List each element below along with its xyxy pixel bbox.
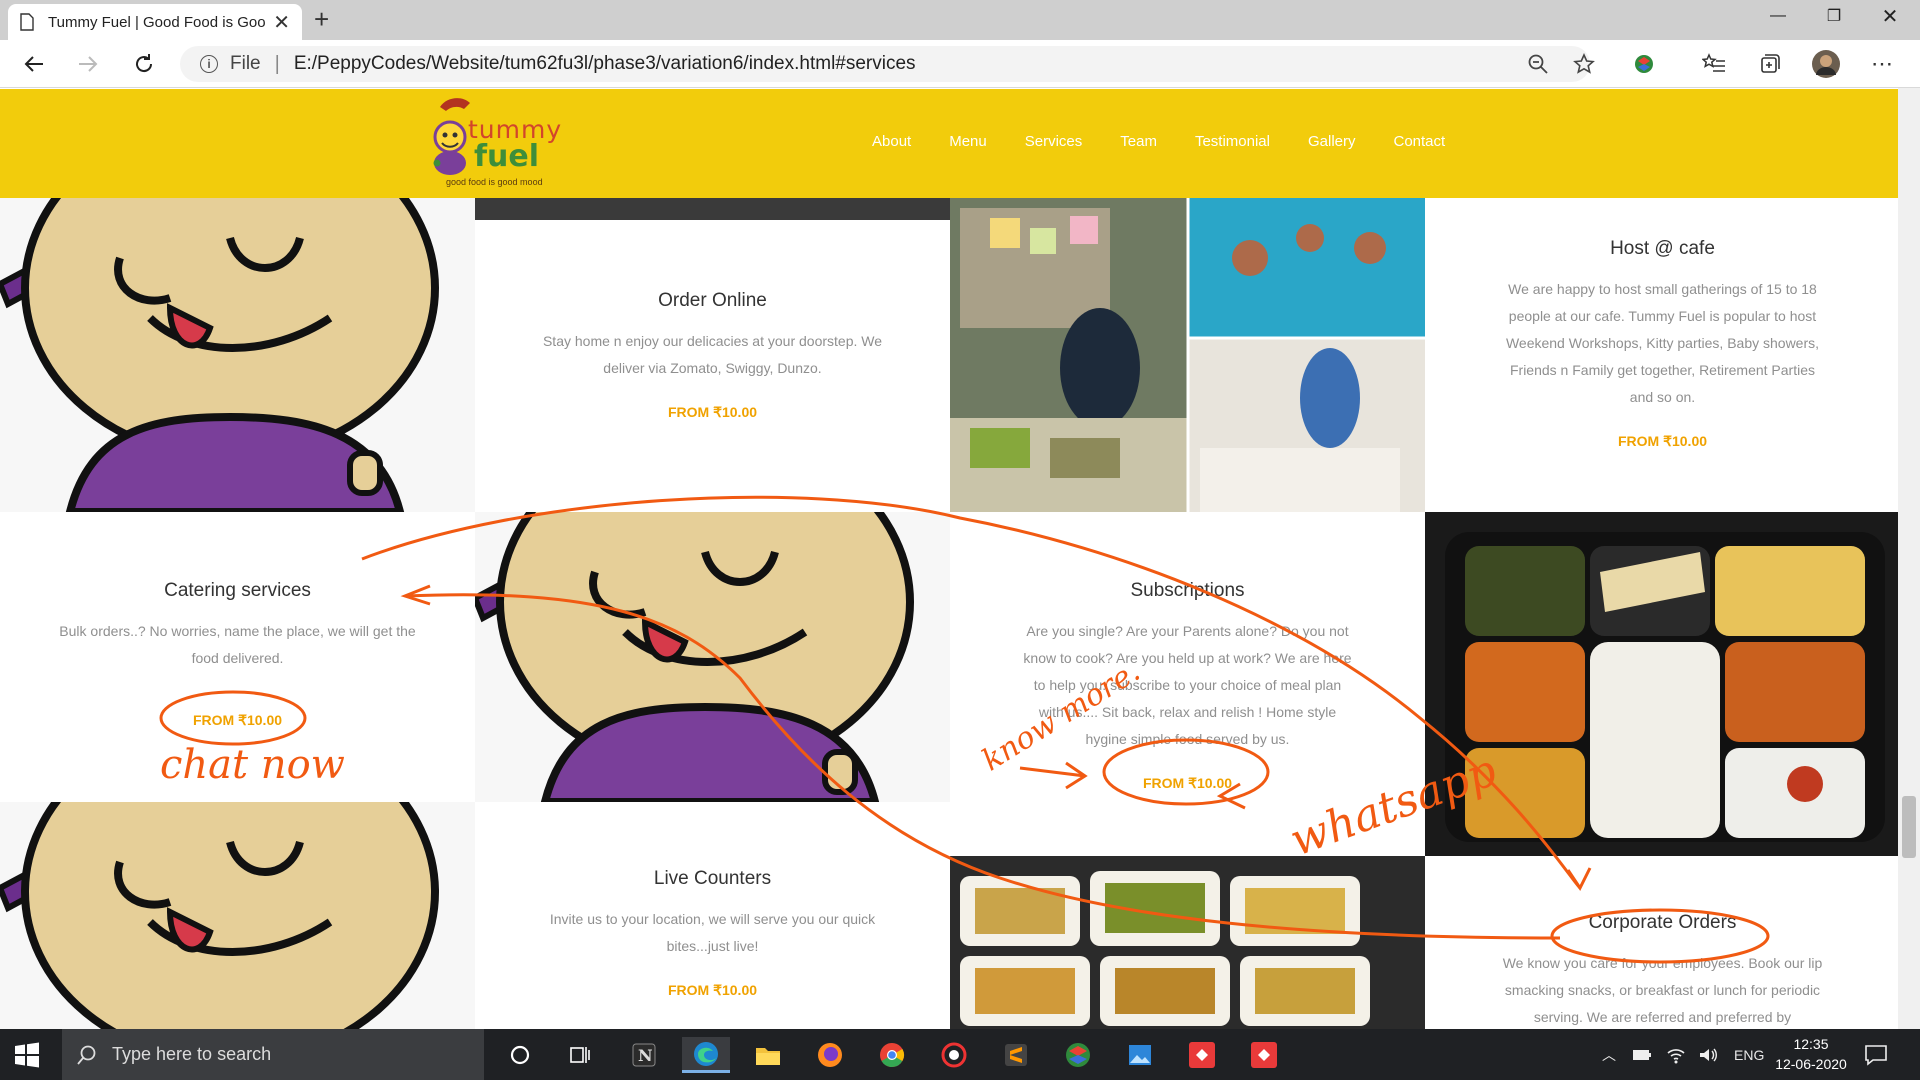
service-title: Host @ cafe bbox=[1610, 238, 1715, 259]
browser-tab-bar: Tummy Fuel | Good Food is Good Mood ✕ + … bbox=[0, 0, 1920, 40]
clock-date: 12-06-2020 bbox=[1775, 1056, 1847, 1072]
favorites-list-icon[interactable] bbox=[1698, 48, 1730, 80]
extension-icon[interactable] bbox=[1628, 48, 1660, 80]
service-description: Are you single? Are your Parents alone? … bbox=[1023, 623, 1352, 747]
service-title: Catering services bbox=[164, 580, 311, 601]
service-live-counters: Live Counters Invite us to your location… bbox=[475, 802, 950, 1029]
profile-avatar[interactable] bbox=[1810, 48, 1842, 80]
snack-trays-photo bbox=[950, 856, 1425, 1029]
nav-about[interactable]: About bbox=[872, 133, 911, 150]
close-tab-icon[interactable]: ✕ bbox=[273, 10, 290, 35]
address-bar[interactable]: i File | E:/PeppyCodes/Website/tum62fu3l… bbox=[180, 46, 1590, 82]
service-description: We know you care for your employees. Boo… bbox=[1502, 955, 1823, 1025]
browser-tab[interactable]: Tummy Fuel | Good Food is Good Mood ✕ bbox=[8, 4, 302, 40]
new-tab-icon[interactable]: + bbox=[314, 4, 329, 35]
page-scrollbar[interactable] bbox=[1898, 88, 1920, 1029]
nav-testimonial[interactable]: Testimonial bbox=[1195, 133, 1270, 150]
services-section: Order Online Stay home n enjoy our delic… bbox=[0, 198, 1898, 1029]
maximize-icon[interactable]: ❐ bbox=[1806, 0, 1862, 32]
site-header: tummy fuel good food is good mood About … bbox=[0, 89, 1898, 198]
nav-gallery[interactable]: Gallery bbox=[1308, 133, 1356, 150]
scrollbar-thumb[interactable] bbox=[1902, 796, 1916, 858]
service-host-at-cafe: Host @ cafe We are happy to host small g… bbox=[1425, 198, 1898, 512]
nav-contact[interactable]: Contact bbox=[1394, 133, 1446, 150]
file-explorer-icon[interactable] bbox=[744, 1037, 792, 1073]
service-price[interactable]: FROM ₹10.00 bbox=[525, 404, 900, 421]
screen-recorder-icon[interactable] bbox=[930, 1037, 978, 1073]
service-corporate-orders: Corporate Orders We know you care for yo… bbox=[1425, 856, 1898, 1029]
globe-app-icon[interactable] bbox=[1054, 1037, 1102, 1073]
service-price[interactable]: FROM ₹10.00 bbox=[1460, 433, 1865, 450]
chrome-icon[interactable] bbox=[868, 1037, 916, 1073]
firefox-icon[interactable] bbox=[806, 1037, 854, 1073]
system-clock[interactable]: 12:35 12-06-2020 bbox=[1768, 1034, 1854, 1074]
service-title: Order Online bbox=[658, 290, 767, 311]
service-description: Stay home n enjoy our delicacies at your… bbox=[542, 333, 883, 376]
favorite-star-icon[interactable] bbox=[1568, 48, 1600, 80]
service-title: Subscriptions bbox=[1130, 580, 1245, 601]
dining-photo bbox=[475, 198, 950, 220]
tray-overflow-icon[interactable]: ︿ bbox=[1602, 1045, 1616, 1065]
volume-icon[interactable] bbox=[1698, 1046, 1718, 1064]
cafe-event-photo bbox=[950, 198, 1425, 512]
cortana-icon[interactable] bbox=[496, 1037, 544, 1073]
window-close-icon[interactable]: ✕ bbox=[1862, 0, 1918, 32]
forward-icon[interactable] bbox=[72, 48, 104, 80]
search-icon bbox=[77, 1045, 96, 1065]
clock-time: 12:35 bbox=[1793, 1036, 1829, 1052]
service-description: We are happy to host small gatherings of… bbox=[1505, 281, 1820, 405]
anydesk-second-icon[interactable] bbox=[1240, 1037, 1288, 1073]
mascot-image bbox=[475, 512, 950, 802]
system-tray: ︿ ENG bbox=[1602, 1029, 1764, 1080]
browser-toolbar: i File | E:/PeppyCodes/Website/tum62fu3l… bbox=[0, 40, 1920, 88]
logo-tagline: good food is good mood bbox=[446, 177, 543, 187]
mascot-image bbox=[0, 198, 475, 512]
mascot-image bbox=[0, 802, 475, 1029]
notion-app-icon[interactable]: N bbox=[620, 1037, 668, 1073]
page-icon bbox=[20, 13, 34, 31]
service-price[interactable]: FROM ₹10.00 bbox=[40, 712, 435, 729]
notifications-icon[interactable] bbox=[1864, 1029, 1888, 1080]
refresh-icon[interactable] bbox=[128, 48, 160, 80]
address-url[interactable]: E:/PeppyCodes/Website/tum62fu3l/phase3/v… bbox=[294, 53, 916, 75]
thali-meal-photo bbox=[1425, 512, 1898, 856]
zoom-icon[interactable] bbox=[1522, 48, 1554, 80]
windows-start-icon[interactable] bbox=[14, 1042, 40, 1068]
tab-title: Tummy Fuel | Good Food is Good Mood bbox=[48, 13, 266, 31]
wifi-icon[interactable] bbox=[1666, 1046, 1686, 1064]
language-indicator[interactable]: ENG bbox=[1734, 1047, 1764, 1063]
service-description: Bulk orders..? No worries, name the plac… bbox=[59, 623, 416, 666]
search-placeholder: Type here to search bbox=[112, 1044, 272, 1064]
windows-taskbar: Type here to search N ︿ ENG 12:35 12-06-… bbox=[0, 1029, 1920, 1080]
main-navigation: About Menu Services Team Testimonial Gal… bbox=[872, 133, 1483, 150]
edge-browser-icon[interactable] bbox=[682, 1037, 730, 1073]
nav-menu[interactable]: Menu bbox=[949, 133, 987, 150]
minimize-icon[interactable]: — bbox=[1750, 0, 1806, 32]
task-view-icon[interactable] bbox=[556, 1037, 604, 1073]
address-scheme: File bbox=[230, 53, 261, 74]
logo-text-fuel: fuel bbox=[474, 139, 540, 174]
tummy-fuel-logo[interactable]: tummy fuel good food is good mood bbox=[428, 97, 578, 191]
service-order-online: Order Online Stay home n enjoy our delic… bbox=[475, 220, 950, 512]
photos-app-icon[interactable] bbox=[1116, 1037, 1164, 1073]
taskbar-search[interactable]: Type here to search bbox=[62, 1029, 484, 1080]
service-subscriptions: Subscriptions Are you single? Are your P… bbox=[950, 512, 1425, 856]
service-catering: Catering services Bulk orders..? No worr… bbox=[0, 512, 475, 802]
service-price[interactable]: FROM ₹10.00 bbox=[990, 775, 1385, 792]
svg-text:N: N bbox=[638, 1046, 653, 1065]
nav-services[interactable]: Services bbox=[1025, 133, 1083, 150]
service-description: Invite us to your location, we will serv… bbox=[549, 911, 876, 954]
service-title: Live Counters bbox=[653, 868, 772, 889]
anydesk-icon[interactable] bbox=[1178, 1037, 1226, 1073]
nav-team[interactable]: Team bbox=[1120, 133, 1157, 150]
service-price[interactable]: FROM ₹10.00 bbox=[515, 982, 910, 999]
battery-icon[interactable] bbox=[1632, 1048, 1652, 1062]
address-separator: | bbox=[274, 52, 280, 75]
info-icon[interactable]: i bbox=[200, 55, 218, 73]
back-icon[interactable] bbox=[18, 48, 50, 80]
collections-icon[interactable] bbox=[1754, 48, 1786, 80]
sublime-text-icon[interactable] bbox=[992, 1037, 1040, 1073]
more-options-icon[interactable]: ⋯ bbox=[1866, 48, 1898, 80]
service-title: Corporate Orders bbox=[1588, 912, 1737, 933]
